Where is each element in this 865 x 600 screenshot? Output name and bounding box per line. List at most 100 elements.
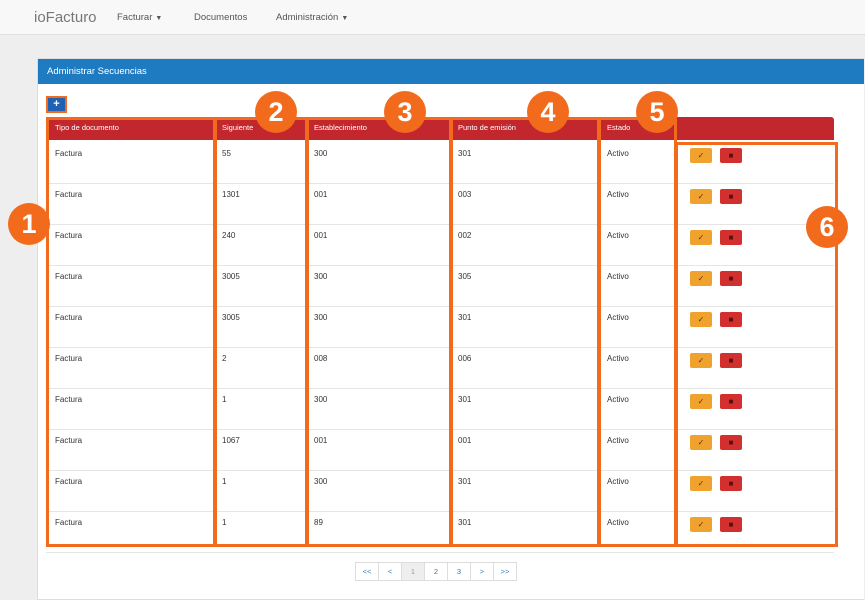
- pagination: << <1 2 3 > >>: [355, 562, 517, 581]
- cell-siguiente: 1: [222, 518, 227, 527]
- trash-icon: ■: [728, 397, 734, 406]
- delete-button[interactable]: ■: [720, 394, 742, 409]
- delete-button[interactable]: ■: [720, 189, 742, 204]
- delete-button[interactable]: ■: [720, 148, 742, 163]
- cell-punto-emision: 301: [458, 518, 472, 527]
- nav-facturar[interactable]: Facturar ▼: [117, 12, 162, 23]
- page-button[interactable]: >>: [493, 562, 517, 581]
- cell-estado: Activo: [607, 149, 629, 158]
- cell-tipo-documento: Factura: [55, 518, 83, 527]
- cell-establecimiento: 89: [314, 518, 323, 527]
- edit-button[interactable]: ✓: [690, 353, 712, 368]
- table-row: Factura 1 300 301 Activo ✓ ■: [46, 470, 834, 512]
- table-row: Factura 2 008 006 Activo ✓ ■: [46, 347, 834, 389]
- cell-punto-emision: 301: [458, 395, 472, 404]
- page-button[interactable]: 1: [401, 562, 425, 581]
- cell-siguiente: 55: [222, 149, 231, 158]
- cell-punto-emision: 001: [458, 436, 472, 445]
- annotation-badge-6: 6: [806, 206, 848, 248]
- edit-button[interactable]: ✓: [690, 435, 712, 450]
- table-row: Factura 3005 300 305 Activo ✓ ■: [46, 265, 834, 307]
- delete-button[interactable]: ■: [720, 312, 742, 327]
- edit-button[interactable]: ✓: [690, 394, 712, 409]
- header-estado: Estado: [607, 123, 631, 132]
- cell-siguiente: 1: [222, 477, 227, 486]
- nav-administracion[interactable]: Administración ▼: [276, 12, 348, 23]
- cell-estado: Activo: [607, 477, 629, 486]
- cell-estado: Activo: [607, 231, 629, 240]
- edit-icon: ✓: [697, 356, 705, 365]
- cell-establecimiento: 001: [314, 231, 328, 240]
- trash-icon: ■: [728, 356, 734, 365]
- delete-button[interactable]: ■: [720, 230, 742, 245]
- annotation-badge-2: 2: [255, 91, 297, 133]
- trash-icon: ■: [728, 151, 734, 160]
- edit-button[interactable]: ✓: [690, 148, 712, 163]
- cell-tipo-documento: Factura: [55, 436, 83, 445]
- sequences-panel: Administrar Secuencias + Tipo de documen…: [37, 58, 864, 600]
- header-siguiente: Siguiente: [222, 123, 254, 132]
- cell-establecimiento: 300: [314, 149, 328, 158]
- page-button[interactable]: 3: [447, 562, 471, 581]
- trash-icon: ■: [728, 438, 734, 447]
- cell-siguiente: 1301: [222, 190, 240, 199]
- cell-estado: Activo: [607, 518, 629, 527]
- cell-establecimiento: 001: [314, 436, 328, 445]
- navbar: ioFacturo Facturar ▼ Documentos Administr…: [0, 0, 865, 35]
- edit-icon: ✓: [697, 274, 705, 283]
- cell-establecimiento: 300: [314, 272, 328, 281]
- cell-siguiente: 240: [222, 231, 236, 240]
- cell-tipo-documento: Factura: [55, 313, 83, 322]
- panel-title: Administrar Secuencias: [38, 59, 864, 84]
- brand-logo[interactable]: ioFacturo: [34, 9, 97, 26]
- page-button[interactable]: <: [378, 562, 402, 581]
- page-button[interactable]: <<: [355, 562, 379, 581]
- cell-tipo-documento: Factura: [55, 231, 83, 240]
- add-sequence-button[interactable]: +: [46, 96, 67, 113]
- delete-button[interactable]: ■: [720, 476, 742, 491]
- cell-tipo-documento: Factura: [55, 477, 83, 486]
- cell-estado: Activo: [607, 436, 629, 445]
- caret-down-icon: ▼: [341, 15, 349, 22]
- delete-button[interactable]: ■: [720, 353, 742, 368]
- cell-punto-emision: 301: [458, 477, 472, 486]
- annotation-badge-5: 5: [636, 91, 678, 133]
- cell-estado: Activo: [607, 395, 629, 404]
- cell-siguiente: 1: [222, 395, 227, 404]
- page-button[interactable]: >: [470, 562, 494, 581]
- delete-button[interactable]: ■: [720, 517, 742, 532]
- trash-icon: ■: [728, 479, 734, 488]
- cell-punto-emision: 003: [458, 190, 472, 199]
- edit-icon: ✓: [697, 151, 705, 160]
- cell-tipo-documento: Factura: [55, 272, 83, 281]
- edit-button[interactable]: ✓: [690, 230, 712, 245]
- edit-button[interactable]: ✓: [690, 189, 712, 204]
- annotation-badge-4: 4: [527, 91, 569, 133]
- annotation-badge-3: 3: [384, 91, 426, 133]
- table-row: Factura 55 300 301 Activo ✓ ■: [46, 142, 834, 184]
- page-button[interactable]: 2: [424, 562, 448, 581]
- edit-icon: ✓: [697, 233, 705, 242]
- edit-button[interactable]: ✓: [690, 517, 712, 532]
- cell-estado: Activo: [607, 272, 629, 281]
- cell-punto-emision: 002: [458, 231, 472, 240]
- edit-button[interactable]: ✓: [690, 312, 712, 327]
- table-row: Factura 1301 001 003 Activo ✓ ■: [46, 183, 834, 225]
- cell-punto-emision: 301: [458, 149, 472, 158]
- edit-icon: ✓: [697, 192, 705, 201]
- edit-button[interactable]: ✓: [690, 476, 712, 491]
- trash-icon: ■: [728, 274, 734, 283]
- trash-icon: ■: [728, 192, 734, 201]
- edit-button[interactable]: ✓: [690, 271, 712, 286]
- cell-punto-emision: 006: [458, 354, 472, 363]
- delete-button[interactable]: ■: [720, 435, 742, 450]
- cell-tipo-documento: Factura: [55, 395, 83, 404]
- edit-icon: ✓: [697, 397, 705, 406]
- nav-documentos[interactable]: Documentos: [194, 12, 247, 23]
- delete-button[interactable]: ■: [720, 271, 742, 286]
- edit-icon: ✓: [697, 520, 705, 529]
- cell-estado: Activo: [607, 313, 629, 322]
- trash-icon: ■: [728, 233, 734, 242]
- cell-siguiente: 3005: [222, 272, 240, 281]
- edit-icon: ✓: [697, 438, 705, 447]
